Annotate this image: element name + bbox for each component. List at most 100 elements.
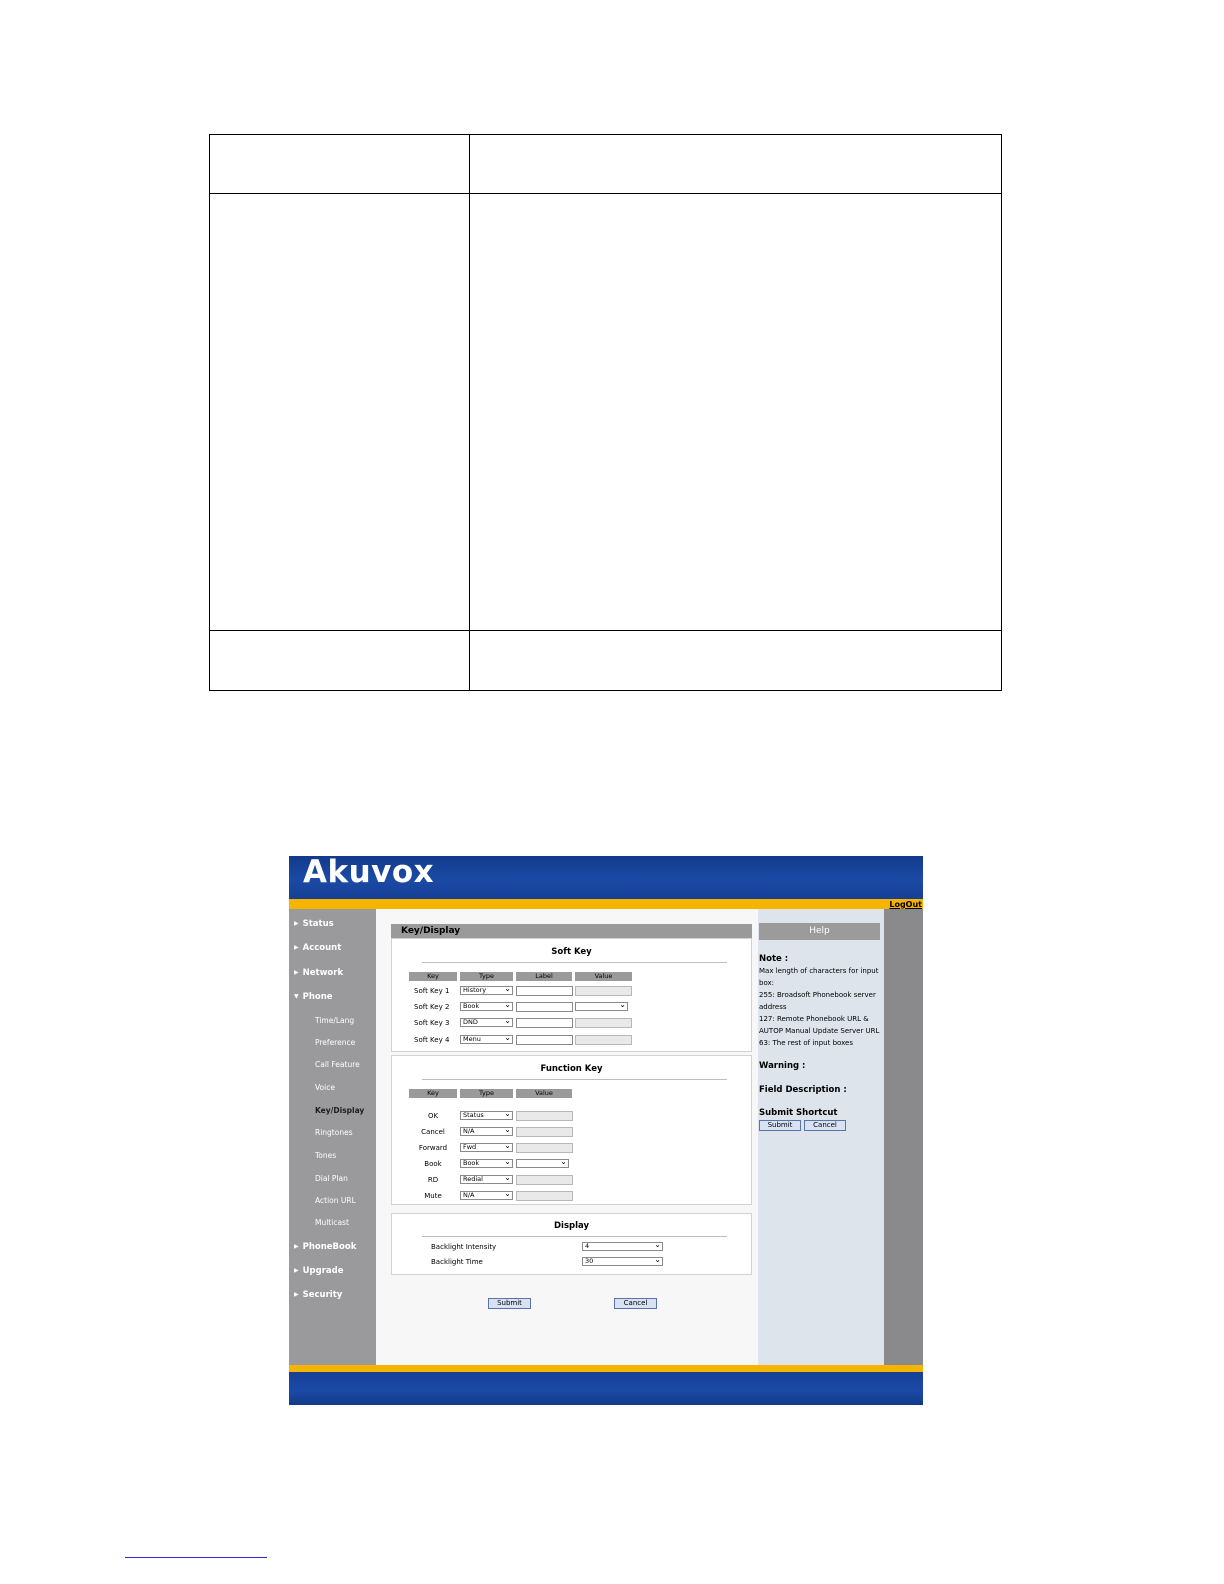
table-cell: [209, 193, 470, 631]
sidebar-item-network[interactable]: ▶ Network: [294, 968, 343, 978]
sidebar-sub-call-feature[interactable]: Call Feature: [315, 1060, 360, 1069]
sidebar-item-security[interactable]: ▶ Security: [294, 1290, 342, 1300]
akuvox-logo: Akuvox: [303, 856, 435, 890]
help-note-line: address: [759, 1003, 787, 1011]
sidebar-item-account[interactable]: ▶ Account: [294, 943, 341, 953]
function-key-panel: Function Key Key Type Value OK Status ⌄ C…: [391, 1055, 752, 1205]
cancel-button[interactable]: Cancel: [614, 1298, 657, 1309]
chevron-down-icon: ⌄: [504, 1033, 511, 1042]
footer-stripe: [289, 1365, 923, 1372]
divider: [422, 1236, 727, 1237]
help-panel: Help Note : Max length of characters for…: [758, 909, 884, 1365]
chevron-down-icon: ⌄: [619, 1000, 626, 1009]
triangle-right-icon: ▶: [294, 1267, 299, 1274]
triangle-down-icon: ▼: [294, 993, 299, 1000]
function-key-label: Mute: [424, 1192, 442, 1200]
section-title: Display: [553, 1221, 590, 1231]
chevron-down-icon: ⌄: [504, 1125, 511, 1134]
function-key-type-select[interactable]: N/A ⌄: [460, 1189, 513, 1200]
function-key-value-select[interactable]: ⌄: [516, 1158, 569, 1168]
triangle-right-icon: ▶: [294, 944, 299, 951]
function-key-value-input: [516, 1127, 573, 1137]
sidebar-sub-action-url[interactable]: Action URL: [315, 1196, 356, 1205]
column-header: Key: [409, 1089, 457, 1098]
function-key-label: Book: [424, 1160, 442, 1168]
chevron-down-icon: ⌄: [504, 1109, 511, 1118]
sidebar-sub-key-display[interactable]: Key/Display: [315, 1106, 364, 1115]
sidebar-item-phone[interactable]: ▼ Phone: [294, 992, 333, 1002]
soft-key-panel: Soft Key Key Type Label Value Soft Key 1…: [391, 938, 752, 1052]
table-cell: [469, 193, 1002, 631]
sidebar-item-phonebook[interactable]: ▶ PhoneBook: [294, 1242, 356, 1252]
chevron-down-icon: ⌄: [504, 984, 511, 993]
column-header: Type: [460, 1089, 513, 1098]
function-key-label: OK: [427, 1112, 439, 1120]
ui-screenshot: Akuvox LogOut ▶ Status ▶ Account ▶ Network …: [289, 856, 923, 1405]
sidebar-sub-time-lang[interactable]: Time/Lang: [315, 1016, 354, 1025]
sidebar-sub-preference[interactable]: Preference: [315, 1038, 355, 1047]
sidebar-sub-multicast[interactable]: Multicast: [315, 1218, 349, 1227]
help-note-line: 127: Remote Phonebook URL &: [759, 1015, 869, 1023]
function-key-type-select[interactable]: N/A ⌄: [460, 1125, 513, 1136]
footer-banner: [289, 1372, 923, 1405]
help-note-line: AUTOP Manual Update Server URL: [759, 1027, 880, 1035]
soft-key-value-input: [575, 1018, 632, 1028]
chevron-down-icon: ⌄: [504, 1157, 511, 1166]
chevron-down-icon: ⌄: [654, 1255, 661, 1264]
column-header: Value: [575, 972, 632, 981]
divider: [422, 1079, 727, 1080]
chevron-down-icon: ⌄: [504, 1016, 511, 1025]
soft-key-value-select[interactable]: ⌄: [575, 1000, 628, 1011]
soft-key-label-input[interactable]: [516, 1002, 573, 1012]
backlight-intensity-select[interactable]: 4 ⌄: [582, 1240, 663, 1251]
soft-key-type-select[interactable]: History ⌄: [460, 984, 513, 995]
triangle-right-icon: ▶: [294, 1291, 299, 1298]
function-key-type-select[interactable]: Book ⌄: [460, 1157, 513, 1168]
help-warning-label: Warning :: [759, 1061, 806, 1071]
shortcut-cancel-button[interactable]: Cancel: [804, 1120, 846, 1131]
soft-key-label: Soft Key 4: [414, 1036, 450, 1044]
backlight-time-select[interactable]: 30 ⌄: [582, 1255, 663, 1266]
soft-key-label-input[interactable]: [516, 1035, 573, 1045]
shortcut-submit-button[interactable]: Submit: [759, 1120, 801, 1131]
function-key-value-input: [516, 1143, 573, 1153]
column-header: Type: [460, 972, 513, 981]
function-key-type-select[interactable]: Redial ⌄: [460, 1173, 513, 1184]
sidebar-item-status[interactable]: ▶ Status: [294, 919, 334, 929]
chevron-down-icon: ⌄: [504, 1000, 511, 1009]
soft-key-type-select[interactable]: DND ⌄: [460, 1016, 513, 1027]
sidebar-sub-ringtones[interactable]: Ringtones: [315, 1128, 353, 1137]
sidebar-sub-voice[interactable]: Voice: [315, 1083, 335, 1092]
page-title: Key/Display: [391, 924, 752, 938]
table-cell: [469, 134, 1002, 194]
table-row: [209, 193, 1002, 631]
table-cell: [469, 630, 1002, 691]
soft-key-label-input[interactable]: [516, 986, 573, 996]
chevron-down-icon: ⌄: [504, 1173, 511, 1182]
display-panel: Display Backlight Intensity 4 ⌄ Backlight…: [391, 1213, 752, 1275]
footer-link-underline[interactable]: [125, 1557, 267, 1558]
triangle-right-icon: ▶: [294, 1243, 299, 1250]
main-content: Key/Display Soft Key Key Type Label Valu…: [376, 909, 758, 1365]
section-title: Soft Key: [551, 947, 592, 957]
sidebar-sub-dial-plan[interactable]: Dial Plan: [315, 1174, 348, 1183]
chevron-down-icon: ⌄: [654, 1240, 661, 1249]
column-header: Label: [516, 972, 572, 981]
backlight-time-label: Backlight Time: [431, 1258, 483, 1266]
help-note-line: 63: The rest of input boxes: [759, 1039, 853, 1047]
soft-key-type-select[interactable]: Menu ⌄: [460, 1033, 513, 1044]
soft-key-label: Soft Key 2: [414, 1003, 450, 1011]
header-banner: Akuvox: [289, 856, 923, 899]
triangle-right-icon: ▶: [294, 920, 299, 927]
submit-button[interactable]: Submit: [488, 1298, 531, 1309]
function-key-type-select[interactable]: Status ⌄: [460, 1109, 513, 1120]
chevron-down-icon: ⌄: [504, 1189, 511, 1198]
sidebar-item-upgrade[interactable]: ▶ Upgrade: [294, 1266, 343, 1276]
sidebar: ▶ Status ▶ Account ▶ Network ▼ Phone Time/La…: [289, 909, 376, 1365]
help-note-line: Max length of characters for input: [759, 967, 879, 975]
soft-key-type-select[interactable]: Book ⌄: [460, 1000, 513, 1011]
function-key-type-select[interactable]: Fwd ⌄: [460, 1142, 513, 1152]
soft-key-label-input[interactable]: [516, 1018, 573, 1028]
logout-link[interactable]: LogOut: [889, 900, 922, 909]
sidebar-sub-tones[interactable]: Tones: [315, 1151, 336, 1160]
